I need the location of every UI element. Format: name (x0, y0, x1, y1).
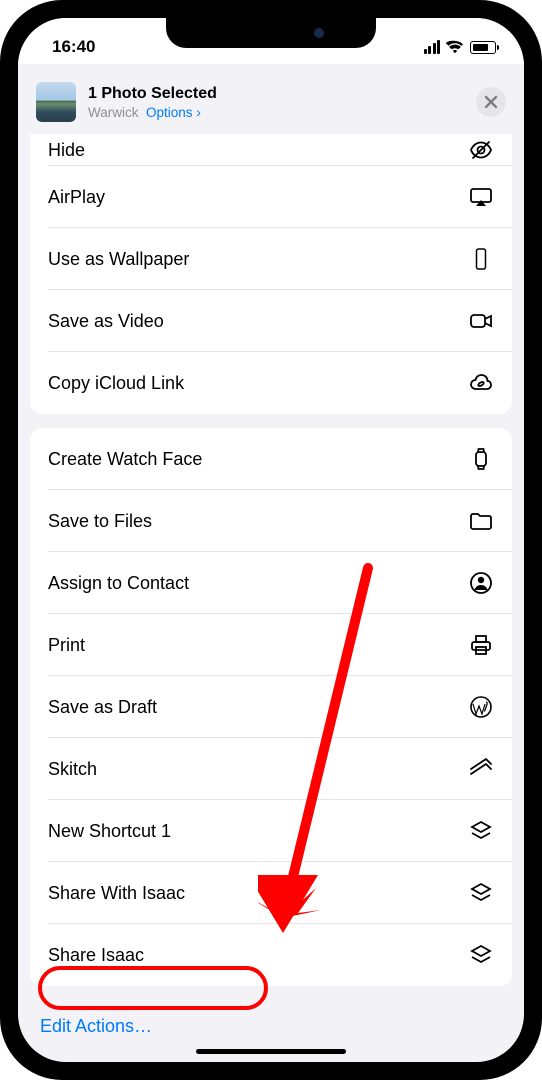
action-label: Skitch (48, 759, 97, 780)
wifi-icon (446, 40, 464, 54)
close-button[interactable] (476, 87, 506, 117)
action-skitch[interactable]: Skitch (30, 738, 512, 800)
home-indicator[interactable] (196, 1049, 346, 1054)
action-label: Save to Files (48, 511, 152, 532)
action-label: Save as Draft (48, 697, 157, 718)
video-icon (468, 308, 494, 334)
status-time: 16:40 (52, 37, 95, 57)
actions-group-2: Create Watch Face Save to Files Assign t… (30, 428, 512, 986)
eye-slash-icon (468, 137, 494, 163)
header-location: Warwick (88, 105, 139, 120)
header-title: 1 Photo Selected (88, 84, 464, 103)
phone-outline-icon (468, 246, 494, 272)
action-share-with-isaac[interactable]: Share With Isaac (30, 862, 512, 924)
action-label: Copy iCloud Link (48, 373, 184, 394)
close-icon (484, 95, 498, 109)
action-save-draft[interactable]: Save as Draft (30, 676, 512, 738)
action-label: Use as Wallpaper (48, 249, 189, 270)
battery-icon (470, 41, 496, 54)
action-new-shortcut[interactable]: New Shortcut 1 (30, 800, 512, 862)
person-circle-icon (468, 570, 494, 596)
action-label: AirPlay (48, 187, 105, 208)
action-hide[interactable]: Hide (30, 134, 512, 166)
action-label: Share With Isaac (48, 883, 185, 904)
layers-icon (468, 880, 494, 906)
action-label: Create Watch Face (48, 449, 202, 470)
action-watch-face[interactable]: Create Watch Face (30, 428, 512, 490)
header-text: 1 Photo Selected Warwick Options › (88, 84, 464, 119)
action-label: Save as Video (48, 311, 164, 332)
action-print[interactable]: Print (30, 614, 512, 676)
notch (166, 18, 376, 48)
folder-icon (468, 508, 494, 534)
printer-icon (468, 632, 494, 658)
action-icloud-link[interactable]: Copy iCloud Link (30, 352, 512, 414)
action-airplay[interactable]: AirPlay (30, 166, 512, 228)
action-label: New Shortcut 1 (48, 821, 171, 842)
share-sheet: 1 Photo Selected Warwick Options › Hide (22, 68, 520, 1060)
layers-icon (468, 942, 494, 968)
header-subtitle: Warwick Options › (88, 105, 464, 120)
airplay-icon (468, 184, 494, 210)
phone-screen: 16:40 1 Photo Selected Warwick Options › (18, 18, 524, 1062)
cloud-link-icon (468, 370, 494, 396)
cellular-icon (424, 40, 441, 54)
edit-actions-button[interactable]: Edit Actions… (40, 1016, 152, 1036)
action-label: Share Isaac (48, 945, 144, 966)
sheet-header: 1 Photo Selected Warwick Options › (22, 68, 520, 134)
watch-icon (468, 446, 494, 472)
wordpress-icon (468, 694, 494, 720)
actions-scroll[interactable]: Hide AirPlay Use as Wallpaper Save as Vi… (22, 134, 520, 1060)
action-save-video[interactable]: Save as Video (30, 290, 512, 352)
status-indicators (424, 40, 497, 54)
options-link[interactable]: Options › (146, 105, 201, 120)
action-label: Print (48, 635, 85, 656)
action-assign-contact[interactable]: Assign to Contact (30, 552, 512, 614)
skitch-icon (468, 756, 494, 782)
action-save-files[interactable]: Save to Files (30, 490, 512, 552)
action-share-isaac[interactable]: Share Isaac (30, 924, 512, 986)
action-wallpaper[interactable]: Use as Wallpaper (30, 228, 512, 290)
action-label: Hide (48, 140, 85, 161)
layers-icon (468, 818, 494, 844)
photo-thumbnail[interactable] (36, 82, 76, 122)
edit-actions-row: Edit Actions… (22, 1000, 520, 1055)
phone-frame: 16:40 1 Photo Selected Warwick Options › (0, 0, 542, 1080)
actions-group-1: Hide AirPlay Use as Wallpaper Save as Vi… (30, 134, 512, 414)
action-label: Assign to Contact (48, 573, 189, 594)
